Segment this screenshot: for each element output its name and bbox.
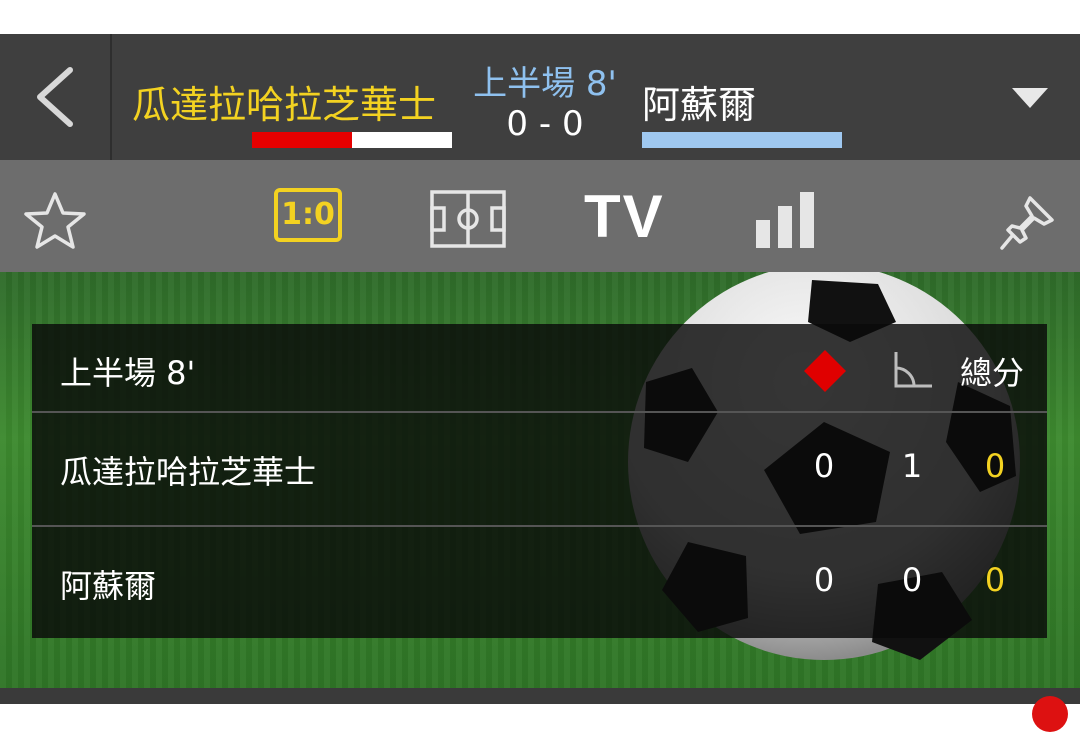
- home-team-name: 瓜達拉哈拉芝華士: [132, 83, 437, 127]
- tab-stats[interactable]: [752, 190, 822, 250]
- match-toolbar: 1:0 TV: [0, 160, 1080, 272]
- bar-chart-icon: [756, 192, 814, 248]
- bottom-bar: [0, 688, 1080, 704]
- pin-icon: [1000, 196, 1054, 250]
- divider: [110, 34, 112, 160]
- total-score: 0: [984, 447, 1006, 485]
- pitch-icon: [430, 190, 506, 248]
- tab-scoreboard[interactable]: 1:0: [270, 184, 348, 248]
- corner-icon: [894, 352, 932, 388]
- back-button[interactable]: [0, 34, 110, 160]
- home-team-color-bar: [252, 132, 452, 148]
- red-card-count: 0: [813, 561, 835, 599]
- notification-badge[interactable]: [1032, 696, 1068, 732]
- star-icon: [24, 192, 86, 249]
- total-column-header: 總分: [960, 354, 1025, 392]
- scoreboard-icon: 1:0: [274, 188, 342, 242]
- away-team-color-bar: [642, 132, 842, 148]
- scoreboard-period: 上半場 8': [60, 354, 196, 392]
- home-team-color-fill: [252, 132, 352, 148]
- scoreboard-header-row: 上半場 8' 總分: [32, 324, 1047, 413]
- pin-button[interactable]: [998, 192, 1058, 252]
- away-team-name: 阿蘇爾: [642, 83, 757, 127]
- triangle-down-icon: [1012, 88, 1048, 108]
- favorite-button[interactable]: [22, 190, 92, 254]
- scoreboard-panel: 上半場 8' 總分 瓜達拉哈拉芝華士 0 1 0 阿蘇爾 0 0 0: [32, 324, 1047, 638]
- red-card-count: 0: [813, 447, 835, 485]
- table-row: 瓜達拉哈拉芝華士 0 1 0: [32, 413, 1047, 527]
- tab-tv[interactable]: TV: [584, 182, 665, 251]
- corner-count: 0: [901, 561, 923, 599]
- team-name: 瓜達拉哈拉芝華士: [60, 453, 317, 491]
- red-card-icon: [804, 350, 846, 392]
- corner-count: 1: [901, 447, 923, 485]
- status-strip: [0, 0, 1080, 34]
- table-row: 阿蘇爾 0 0 0: [32, 527, 1047, 638]
- match-dropdown-button[interactable]: [990, 74, 1070, 124]
- match-score: 0 - 0: [506, 104, 584, 144]
- total-score: 0: [984, 561, 1006, 599]
- match-header: 瓜達拉哈拉芝華士 上半場 8' 0 - 0 阿蘇爾: [0, 34, 1080, 160]
- match-period: 上半場 8': [473, 64, 617, 104]
- chevron-left-icon: [37, 67, 73, 127]
- team-name: 阿蘇爾: [60, 567, 157, 605]
- tab-pitch[interactable]: [428, 188, 508, 250]
